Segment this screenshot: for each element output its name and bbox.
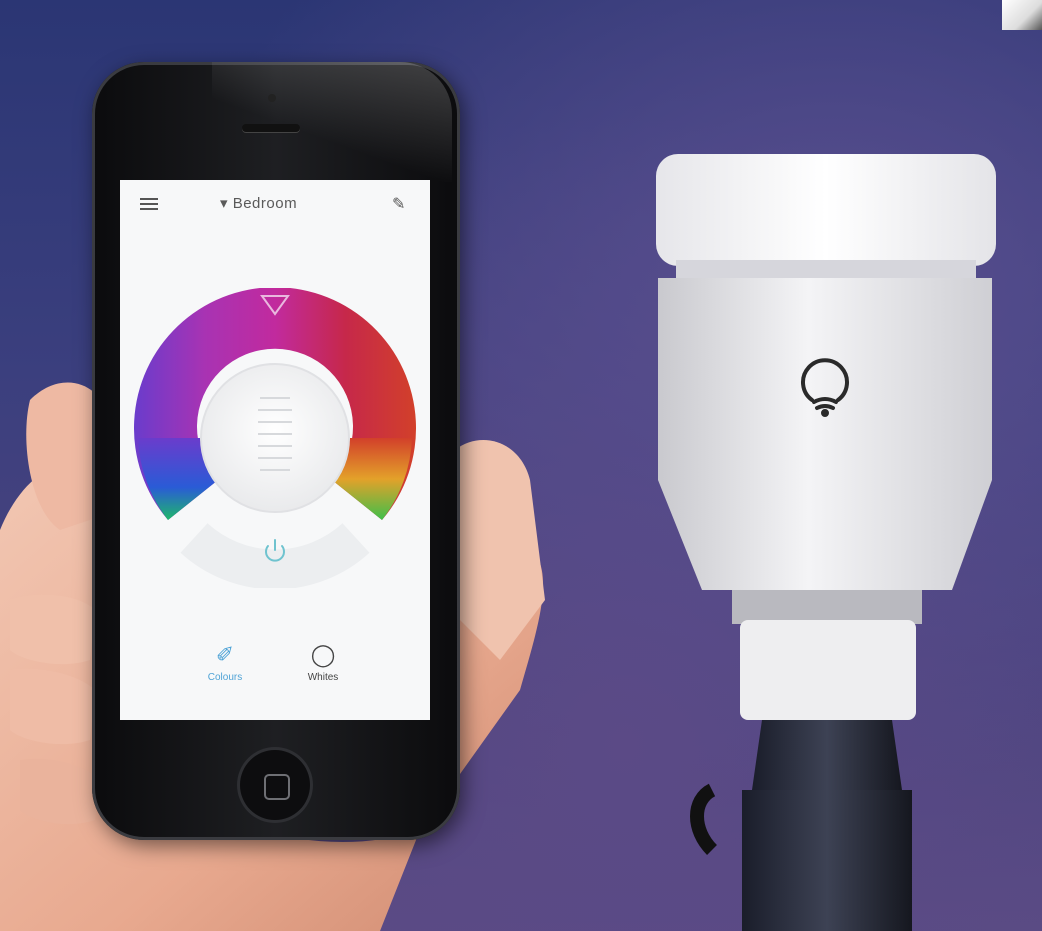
brightness-knob (200, 363, 350, 513)
app-header: ▾ Bedroom ✎ (120, 180, 430, 228)
page-corner (1002, 0, 1042, 30)
ring-icon: ◯ (310, 642, 336, 667)
settings-wrench-icon[interactable]: ✎ (392, 194, 405, 214)
tab-colours[interactable]: ✐ Colours (180, 642, 270, 683)
photo-scene: ▾ Bedroom ✎ ✐ Colours ◯ Whites (0, 0, 1042, 931)
earpiece-speaker (242, 124, 300, 132)
room-title[interactable]: ▾ Bedroom (220, 194, 297, 212)
brush-icon: ✐ (215, 642, 235, 667)
color-wheel[interactable] (134, 288, 416, 588)
phone-glare (212, 62, 452, 182)
front-camera (268, 94, 276, 102)
menu-icon[interactable] (140, 198, 158, 210)
tab-whites[interactable]: ◯ Whites (278, 642, 368, 683)
bottom-tab-bar: ✐ Colours ◯ Whites (120, 642, 430, 712)
smartphone: ▾ Bedroom ✎ ✐ Colours ◯ Whites (92, 62, 460, 840)
location-pin-icon: ▾ (220, 195, 233, 212)
home-button[interactable] (240, 750, 310, 820)
smart-bulb (656, 154, 996, 931)
app-screen: ▾ Bedroom ✎ ✐ Colours ◯ Whites (120, 180, 430, 720)
